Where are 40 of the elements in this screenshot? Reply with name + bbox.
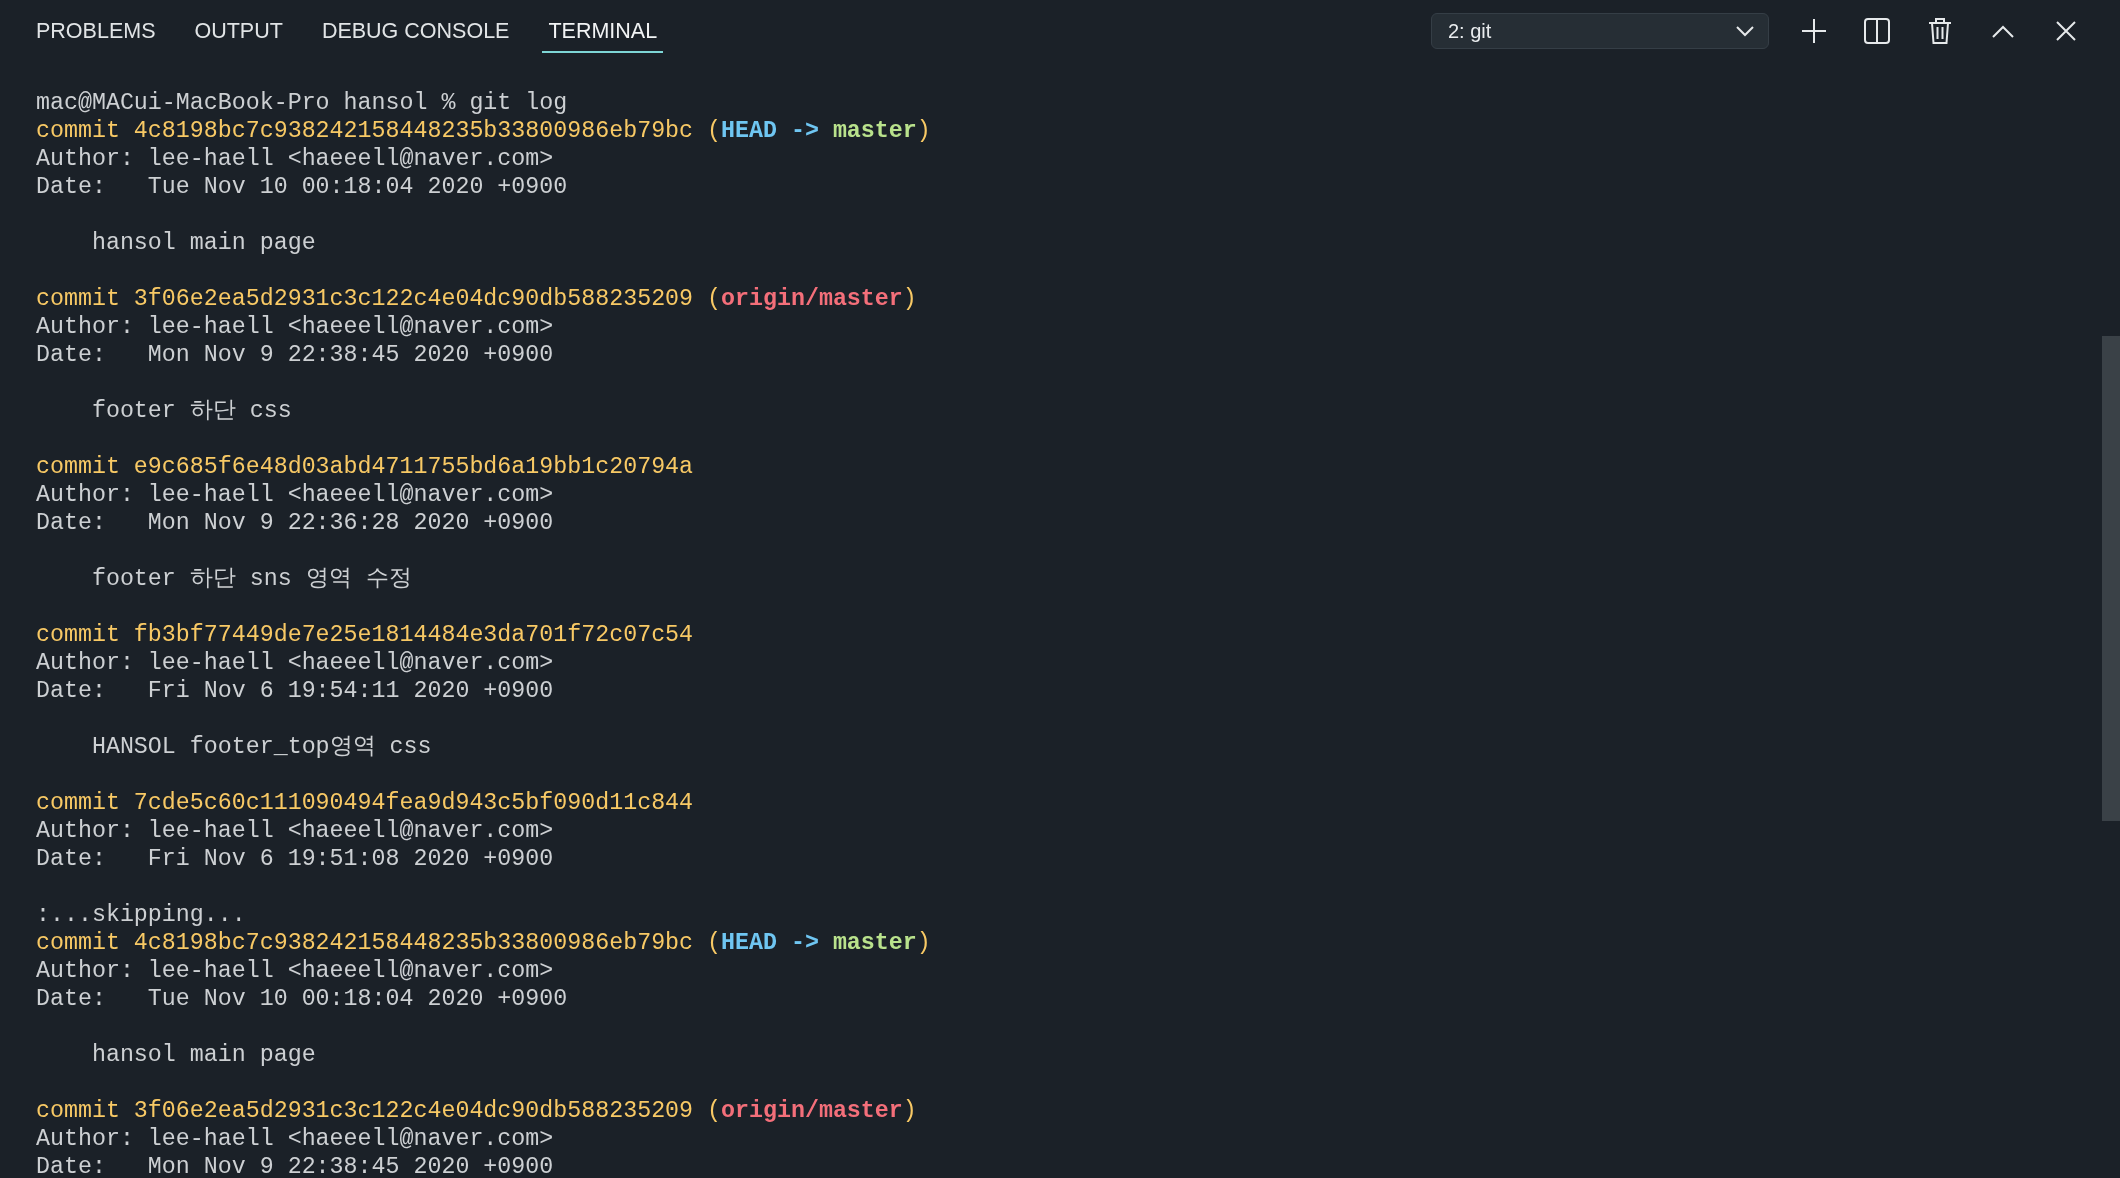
terminal-line: Author: lee-haell <haeeell@naver.com> — [36, 957, 554, 985]
terminal-line: Author: lee-haell <haeeell@naver.com> — [36, 817, 554, 845]
terminal-line: Date: Fri Nov 6 19:54:11 2020 +0900 — [36, 677, 554, 705]
close-icon — [2056, 21, 2076, 41]
terminal-line: Date: Mon Nov 9 22:38:45 2020 +0900 — [36, 341, 554, 369]
terminal-line: Date: Fri Nov 6 19:51:08 2020 +0900 — [36, 845, 554, 873]
panel-tab[interactable]: OUTPUT — [188, 0, 289, 53]
terminal-line: commit e9c685f6e48d03abd4711755bd6a19bb1c20794a — [36, 453, 694, 481]
terminal-line: footer 하단 css — [90, 397, 292, 425]
scrollbar-thumb[interactable] — [2102, 336, 2120, 821]
terminal-line: commit 3f06e2ea5d2931c3c122c4e04dc90db588235209 (origin/master) — [36, 1097, 917, 1125]
terminal-line: hansol main page — [90, 1041, 316, 1069]
terminal-line: Author: lee-haell <haeeell@naver.com> — [36, 649, 554, 677]
terminal-line: :...skipping... — [36, 901, 246, 929]
terminal-line: Date: Tue Nov 10 00:18:04 2020 +0900 — [36, 173, 568, 201]
terminal-line: footer 하단 sns 영역 수정 — [90, 565, 412, 593]
terminal-dropdown[interactable]: 2: git — [1431, 13, 1769, 49]
terminal-line: HANSOL footer_top영역 css — [90, 733, 432, 761]
terminal-line: Date: Mon Nov 9 22:38:45 2020 +0900 — [36, 1153, 554, 1178]
terminal-line: hansol main page — [90, 229, 316, 257]
terminal-line: commit 4c8198bc7c938242158448235b33800986eb79bc (HEAD -> master) — [36, 929, 931, 957]
panel-tab[interactable]: DEBUG CONSOLE — [315, 0, 516, 53]
terminal-line: commit fb3bf77449de7e25e1814484e3da701f72c07c54 — [36, 621, 694, 649]
terminal-line: Author: lee-haell <haeeell@naver.com> — [36, 1125, 554, 1153]
terminal-line: Date: Mon Nov 9 22:36:28 2020 +0900 — [36, 509, 554, 537]
panel-tab[interactable]: PROBLEMS — [30, 0, 162, 53]
trash-icon — [1928, 17, 1952, 45]
terminal-line: commit 4c8198bc7c938242158448235b33800986eb79bc (HEAD -> master) — [36, 117, 931, 145]
terminal-line: Author: lee-haell <haeeell@naver.com> — [36, 145, 554, 173]
terminal-line: Author: lee-haell <haeeell@naver.com> — [36, 313, 554, 341]
plus-icon — [1801, 18, 1827, 44]
panel-tab[interactable]: TERMINAL — [542, 0, 664, 53]
terminal-line: commit 7cde5c60c111090494fea9d943c5bf090d11c844 — [36, 789, 694, 817]
terminal-line: Date: Tue Nov 10 00:18:04 2020 +0900 — [36, 985, 568, 1013]
terminal-line: mac@MACui-MacBook-Pro hansol % git log — [36, 89, 568, 117]
chevron-down-icon — [1736, 25, 1754, 37]
terminal-line: Author: lee-haell <haeeell@naver.com> — [36, 481, 554, 509]
terminal-line: commit 3f06e2ea5d2931c3c122c4e04dc90db588235209 (origin/master) — [36, 285, 917, 313]
chevron-up-icon — [1992, 24, 2014, 38]
split-icon — [1863, 17, 1891, 45]
